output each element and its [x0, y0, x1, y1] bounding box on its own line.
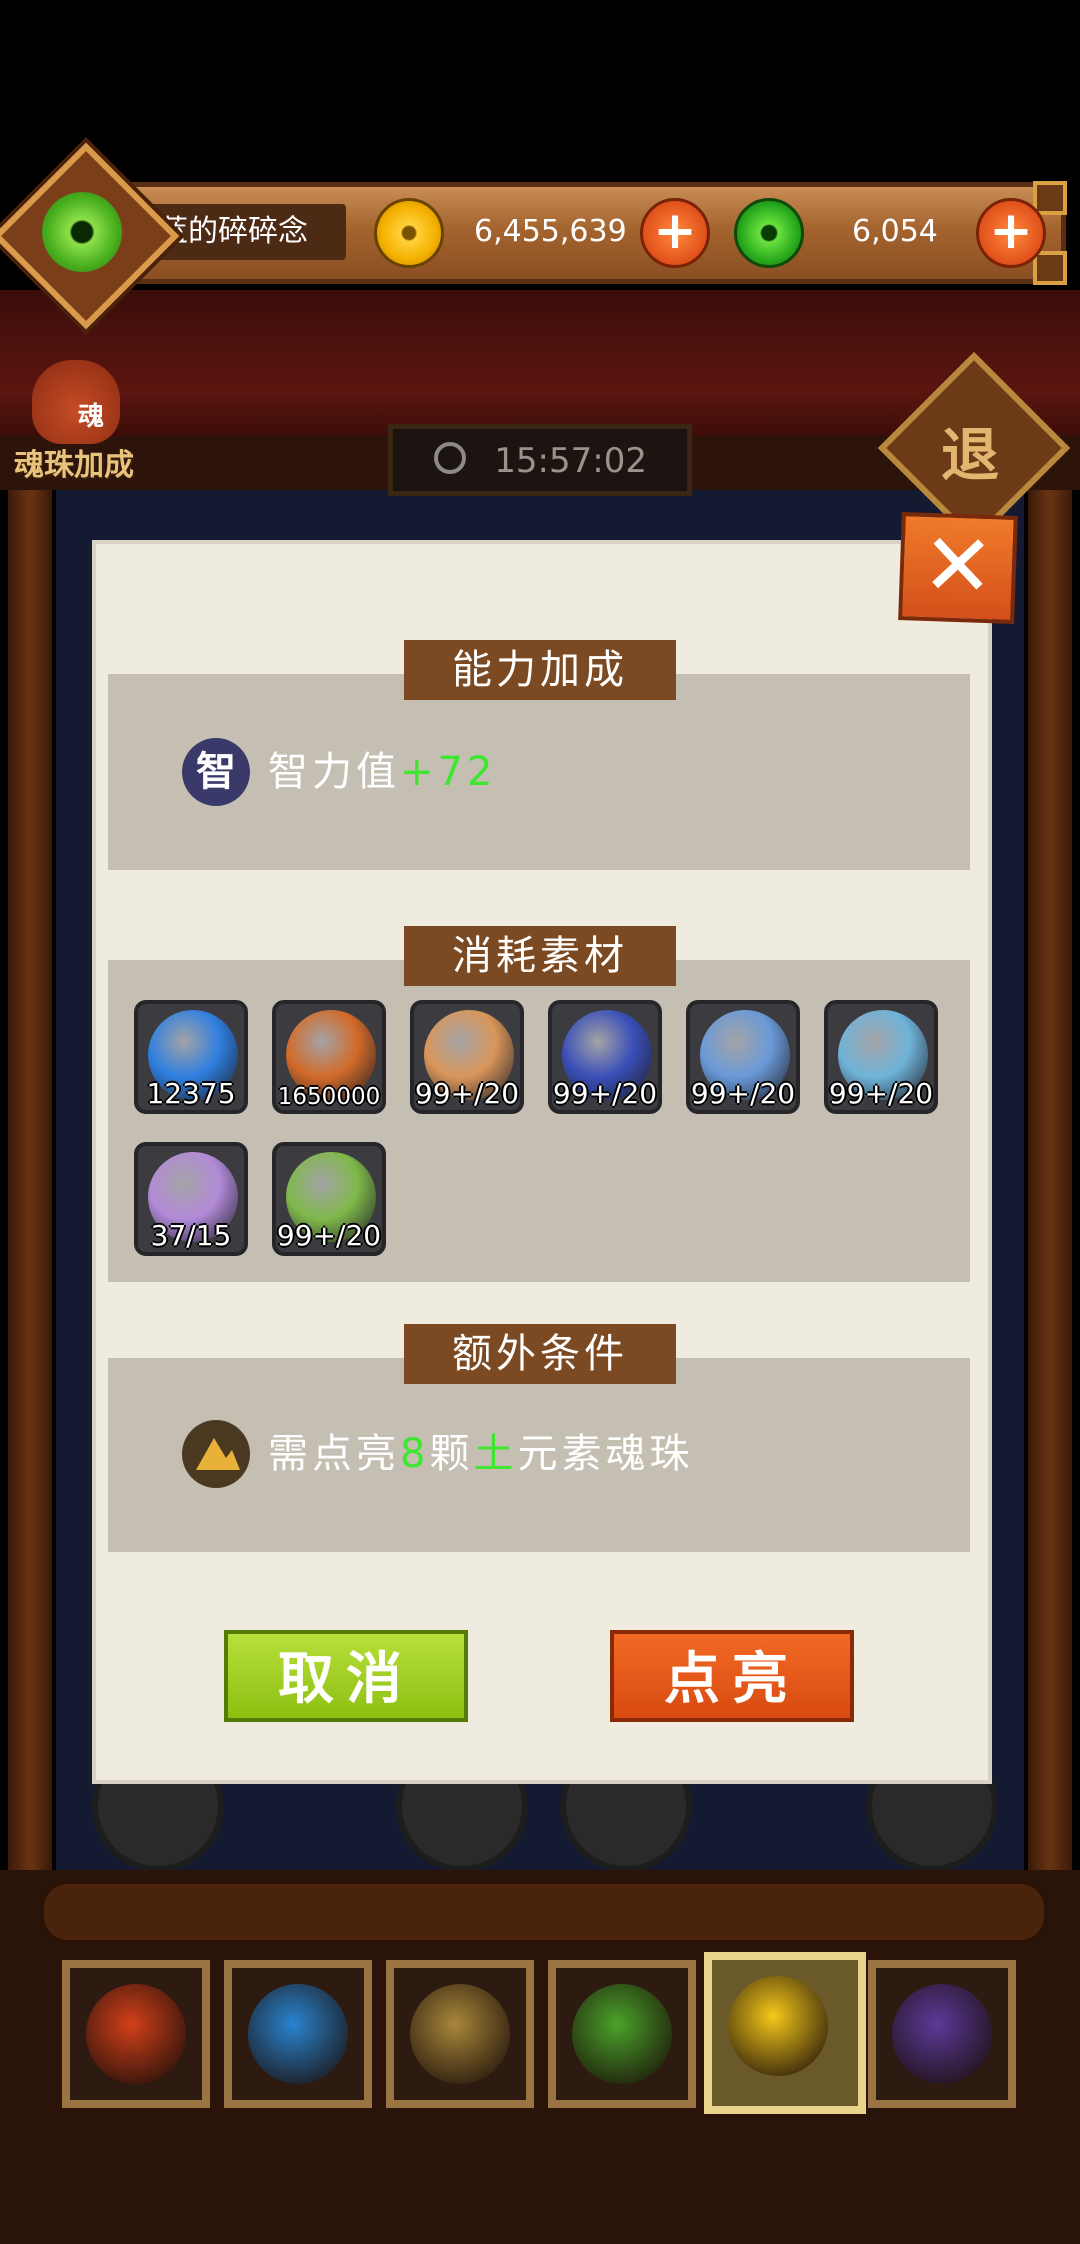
material-count: 99+/20 — [828, 1077, 934, 1110]
condition-text: 需点亮8颗土元素魂珠 — [268, 1420, 693, 1488]
ability-stat: 智力值+72 — [268, 738, 496, 806]
water-element-icon — [248, 1984, 348, 2084]
ability-value: +72 — [400, 749, 497, 795]
fire-element-icon — [86, 1984, 186, 2084]
element-slot[interactable] — [224, 1960, 372, 2108]
materials-title: 消耗素材 — [404, 926, 676, 986]
bag-glyph: 魂 — [78, 402, 105, 432]
material-count: 37/15 — [150, 1219, 232, 1252]
wood-element-icon — [572, 1984, 672, 2084]
avatar-jade-icon[interactable] — [42, 192, 122, 272]
soul-bonus-bag-icon[interactable]: 魂 — [32, 360, 120, 444]
bar-corner — [1033, 251, 1067, 285]
material-count: 99+/20 — [414, 1077, 520, 1110]
material-item[interactable]: 1650000 — [272, 1000, 386, 1114]
close-button[interactable]: ✕ — [898, 512, 1018, 624]
element-slot[interactable] — [386, 1960, 534, 2108]
light-element-icon — [728, 1976, 828, 2076]
intelligence-icon: 智 — [182, 738, 250, 806]
condition-prefix: 需点亮 — [268, 1431, 400, 1477]
jade-amount: 6,054 — [852, 214, 938, 249]
add-jade-button[interactable]: + — [976, 198, 1046, 268]
material-count: 1650000 — [277, 1084, 381, 1110]
jade-icon — [734, 198, 804, 268]
earth-condition-icon — [182, 1420, 250, 1488]
extra-title: 额外条件 — [404, 1324, 676, 1384]
soul-bonus-label[interactable]: 魂珠加成 — [14, 440, 134, 484]
coin-amount: 6,455,639 — [474, 214, 627, 249]
material-item[interactable]: 99+/20 — [410, 1000, 524, 1114]
ability-name: 智力值 — [268, 749, 400, 795]
material-item[interactable]: 12375 — [134, 1000, 248, 1114]
dark-element-icon — [892, 1984, 992, 2084]
cancel-button[interactable]: 取消 — [224, 1630, 468, 1722]
material-count: 99+/20 — [552, 1077, 658, 1110]
tray-rail — [40, 1880, 1048, 1944]
condition-suffix: 元素魂珠 — [517, 1431, 694, 1477]
element-slot[interactable] — [704, 1952, 866, 2114]
earth-element-icon — [410, 1984, 510, 2084]
ability-title: 能力加成 — [404, 640, 676, 700]
material-item[interactable]: 99+/20 — [824, 1000, 938, 1114]
material-item[interactable]: 99+/20 — [272, 1142, 386, 1256]
stopwatch-icon — [434, 442, 466, 474]
material-count: 99+/20 — [276, 1219, 382, 1252]
exit-label[interactable]: 退 — [940, 408, 1000, 492]
element-slot[interactable] — [62, 1960, 210, 2108]
material-item[interactable]: 37/15 — [134, 1142, 248, 1256]
material-count: 12375 — [146, 1077, 236, 1110]
condition-mid: 颗 — [429, 1431, 474, 1477]
light-up-button[interactable]: 点亮 — [610, 1630, 854, 1722]
element-slot[interactable] — [548, 1960, 696, 2108]
material-item[interactable]: 99+/20 — [686, 1000, 800, 1114]
material-count: 99+/20 — [690, 1077, 796, 1110]
element-slot[interactable] — [868, 1960, 1016, 2108]
condition-count: 8 — [400, 1431, 430, 1477]
add-coins-button[interactable]: + — [640, 198, 710, 268]
condition-element: 土 — [473, 1431, 518, 1477]
material-item[interactable]: 99+/20 — [548, 1000, 662, 1114]
gold-coin-icon — [374, 198, 444, 268]
